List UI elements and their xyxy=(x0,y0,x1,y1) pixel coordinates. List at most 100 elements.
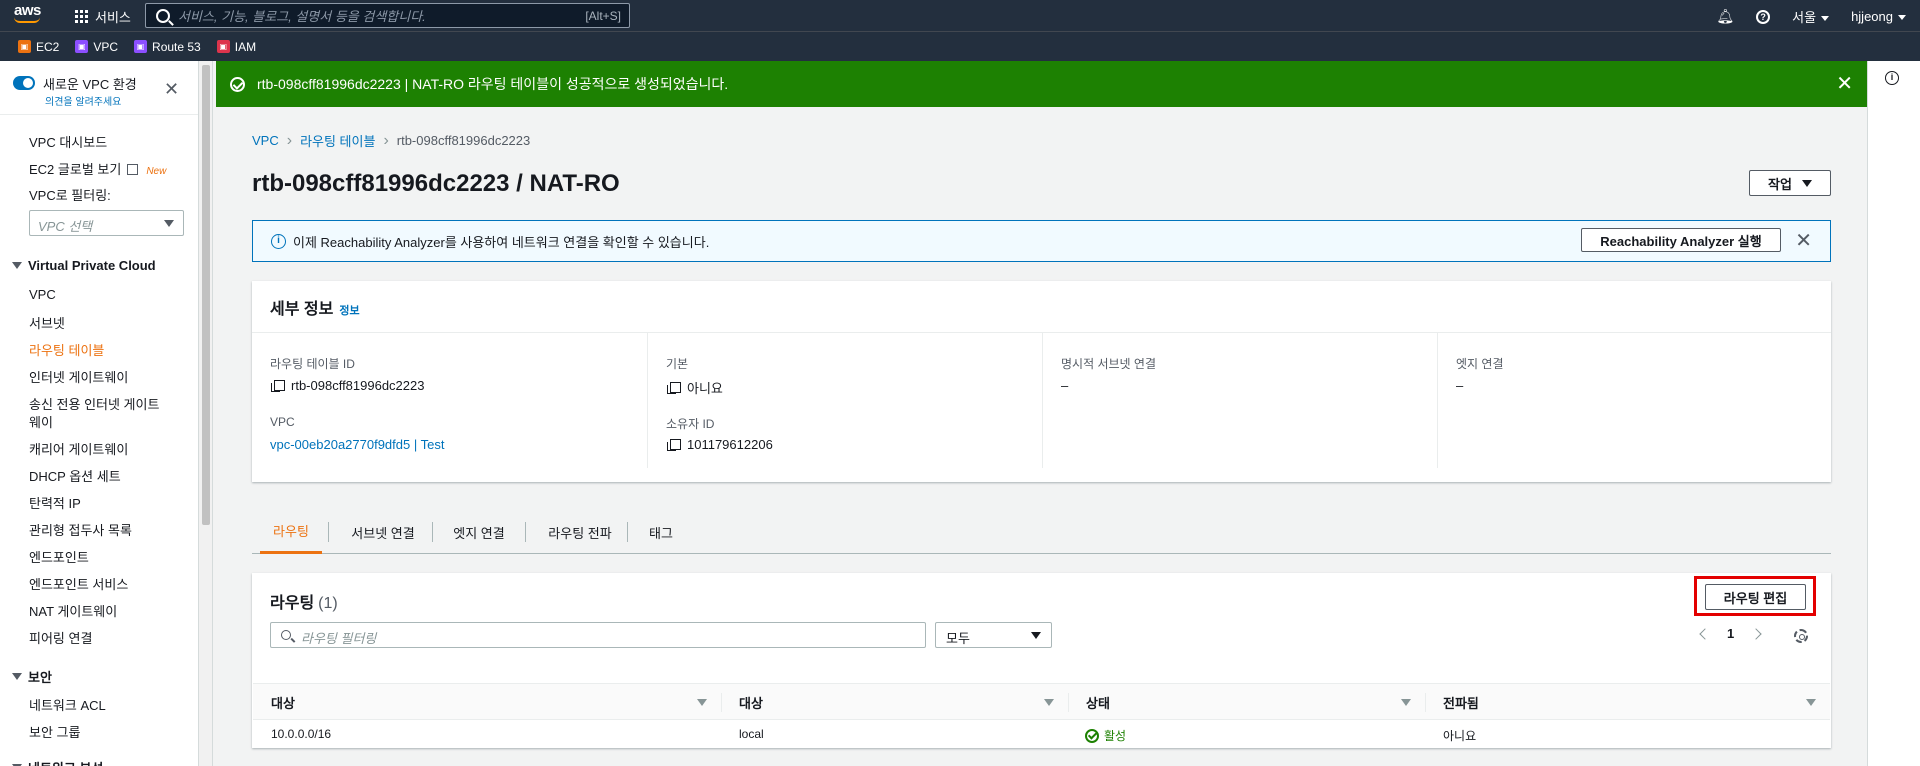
sidebar: 새로운 VPC 환경 의견을 알려주세요 ✕ VPC 대시보드 EC2 글로벌 … xyxy=(0,61,199,766)
bell-icon[interactable]: 🔔︎ xyxy=(1716,8,1734,25)
sort-icon[interactable] xyxy=(1806,699,1816,706)
section-security[interactable]: 보안 xyxy=(12,667,52,686)
sidebar-item-peering[interactable]: 피어링 연결 xyxy=(29,628,92,647)
cell-destination: 10.0.0.0/16 xyxy=(271,727,332,741)
routes-count: (1) xyxy=(318,595,338,612)
sort-icon[interactable] xyxy=(1044,699,1054,706)
routes-filter-select-value: 모두 xyxy=(946,631,970,646)
caret-down-icon xyxy=(164,220,174,227)
section-network-analysis[interactable]: 네트워크 분석 xyxy=(12,758,103,766)
sidebar-item-dhcp[interactable]: DHCP 옵션 세트 xyxy=(29,466,121,485)
scrollbar-thumb[interactable] xyxy=(202,65,210,525)
section-vpc[interactable]: Virtual Private Cloud xyxy=(12,258,156,273)
caret-down-icon xyxy=(12,673,22,680)
tab-tags[interactable]: 태그 xyxy=(633,510,689,554)
edge-association-label: 엣지 연결 xyxy=(1456,357,1504,371)
run-reachability-analyzer-button[interactable]: Reachability Analyzer 실행 xyxy=(1581,228,1781,252)
grid-icon xyxy=(75,9,89,24)
success-check-icon xyxy=(230,76,245,92)
sidebar-item-endpoints[interactable]: 엔드포인트 xyxy=(29,547,89,566)
favorite-ec2[interactable]: ▣ EC2 xyxy=(18,40,59,54)
column-header-propagated[interactable]: 전파됨 xyxy=(1425,684,1830,721)
sidebar-item-elastic-ip[interactable]: 탄력적 IP xyxy=(29,493,81,512)
current-page[interactable]: 1 xyxy=(1727,626,1734,641)
help-icon[interactable]: ? xyxy=(1756,9,1771,24)
owner-id-text: 101179612206 xyxy=(687,437,773,452)
close-icon[interactable]: ✕ xyxy=(1795,228,1812,253)
info-icon[interactable]: i xyxy=(1885,71,1899,85)
aws-logo[interactable]: aws xyxy=(14,3,46,28)
sidebar-item-endpoint-services[interactable]: 엔드포인트 서비스 xyxy=(29,574,128,593)
sidebar-item-prefix-lists[interactable]: 관리형 접두사 목록 xyxy=(29,520,132,539)
breadcrumb-vpc[interactable]: VPC xyxy=(252,133,279,148)
copy-icon[interactable] xyxy=(667,439,681,451)
sort-icon[interactable] xyxy=(1401,699,1411,706)
sidebar-item-network-acl[interactable]: 네트워크 ACL xyxy=(29,695,106,714)
info-link[interactable]: 정보 xyxy=(339,305,359,317)
tab-separator xyxy=(328,522,329,542)
new-vpc-experience-toggle[interactable]: 새로운 VPC 환경 의견을 알려주세요 xyxy=(13,74,137,108)
tab-separator xyxy=(432,522,433,542)
details-col-4: 엣지 연결 – xyxy=(1437,333,1831,468)
sidebar-item-carrier-gateways[interactable]: 캐리어 게이트웨이 xyxy=(29,439,128,458)
gear-icon[interactable] xyxy=(1794,629,1808,643)
close-icon[interactable]: ✕ xyxy=(1836,71,1853,96)
services-menu-button[interactable]: 서비스 xyxy=(75,7,131,26)
user-menu[interactable]: hjjeong xyxy=(1851,9,1906,24)
sidebar-item-dashboard[interactable]: VPC 대시보드 xyxy=(29,132,107,151)
routes-title: 라우팅 xyxy=(270,595,315,612)
region-selector[interactable]: 서울 xyxy=(1792,7,1830,26)
favorite-label: Route 53 xyxy=(152,39,201,54)
tab-subnet-associations[interactable]: 서브넷 연결 xyxy=(335,510,431,554)
toggle-switch[interactable] xyxy=(13,76,35,90)
column-header-destination[interactable]: 대상 xyxy=(253,684,721,721)
sidebar-item-vpc[interactable]: VPC xyxy=(29,287,56,302)
breadcrumb-current: rtb-098cff81996dc2223 xyxy=(396,133,531,148)
sidebar-item-security-groups[interactable]: 보안 그룹 xyxy=(29,722,80,741)
sidebar-item-egress-only-igw-cont[interactable]: 웨이 xyxy=(29,412,53,431)
tab-route-propagation[interactable]: 라우팅 전파 xyxy=(532,510,628,554)
column-header-status[interactable]: 상태 xyxy=(1068,684,1425,721)
sidebar-item-route-tables[interactable]: 라우팅 테이블 xyxy=(29,340,104,359)
edit-routes-button[interactable]: 라우팅 편집 xyxy=(1705,584,1806,610)
copy-icon[interactable] xyxy=(667,382,681,394)
right-tools-rail: i xyxy=(1867,61,1920,766)
routes-filter-select[interactable]: 모두 xyxy=(935,622,1052,648)
copy-icon[interactable] xyxy=(271,380,285,392)
pagination: 1 xyxy=(1699,626,1762,641)
breadcrumb-route-tables[interactable]: 라우팅 테이블 xyxy=(300,131,375,150)
favorite-vpc[interactable]: ▣ VPC xyxy=(75,40,118,54)
sidebar-scrollbar[interactable] xyxy=(199,61,213,766)
column-header-target[interactable]: 대상 xyxy=(721,684,1068,721)
vpc-filter-select[interactable]: VPC 선택 xyxy=(29,210,184,236)
sidebar-item-subnets[interactable]: 서브넷 xyxy=(29,313,65,332)
routes-filter-input[interactable]: 라우팅 필터링 xyxy=(270,622,926,648)
close-icon[interactable]: ✕ xyxy=(164,79,179,100)
info-icon: i xyxy=(271,234,286,249)
favorite-route53[interactable]: ▣ Route 53 xyxy=(134,40,201,54)
sort-icon[interactable] xyxy=(697,699,707,706)
chevron-right-icon[interactable] xyxy=(1750,627,1762,640)
column-label: 상태 xyxy=(1086,696,1110,711)
tab-edge-associations[interactable]: 엣지 연결 xyxy=(438,510,520,554)
section-label: 네트워크 분석 xyxy=(28,758,103,766)
chevron-left-icon[interactable] xyxy=(1699,627,1711,640)
details-panel: 세부 정보 정보 라우팅 테이블 ID rtb-098cff81996dc2223… xyxy=(252,281,1831,482)
top-navigation: aws 서비스 서비스, 기능, 블로그, 설명서 등을 검색합니다. [Alt… xyxy=(0,0,1920,31)
actions-button[interactable]: 작업 xyxy=(1749,170,1831,196)
caret-down-icon xyxy=(1031,632,1041,639)
sidebar-item-egress-only-igw[interactable]: 송신 전용 인터넷 게이트 xyxy=(29,394,159,413)
sidebar-item-nat-gateways[interactable]: NAT 게이트웨이 xyxy=(29,601,117,620)
caret-down-icon xyxy=(1801,179,1812,187)
route-table-id-text: rtb-098cff81996dc2223 xyxy=(291,378,425,393)
tab-routes[interactable]: 라우팅 xyxy=(260,510,322,554)
column-label: 대상 xyxy=(271,696,295,711)
sidebar-item-ec2-global[interactable]: EC2 글로벌 보기 New xyxy=(29,159,166,178)
vpc-link[interactable]: vpc-00eb20a2770f9dfd5 | Test xyxy=(270,437,444,452)
favorite-label: EC2 xyxy=(36,39,60,54)
favorite-iam[interactable]: ▣ IAM xyxy=(216,40,256,54)
sidebar-item-internet-gateways[interactable]: 인터넷 게이트웨이 xyxy=(29,367,128,386)
feedback-link[interactable]: 의견을 알려주세요 xyxy=(45,93,137,108)
tab-separator xyxy=(525,522,526,542)
global-search-input[interactable]: 서비스, 기능, 블로그, 설명서 등을 검색합니다. [Alt+S] xyxy=(145,3,630,28)
